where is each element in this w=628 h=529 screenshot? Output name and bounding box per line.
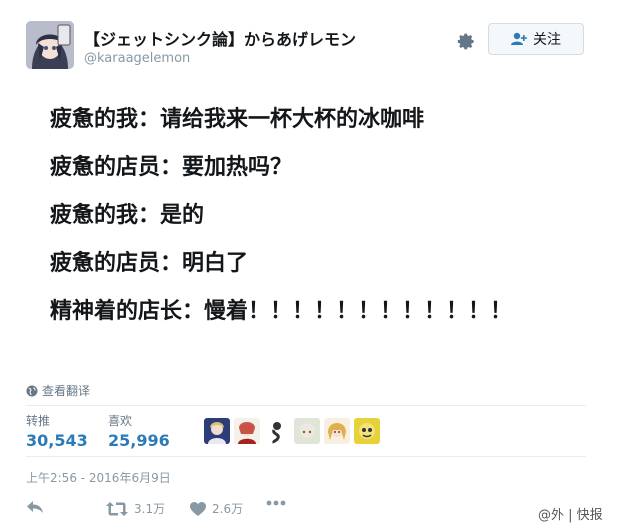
watermark: @外 | 快报	[538, 504, 603, 523]
more-button[interactable]	[266, 500, 286, 506]
retweet-count: 3.1万	[134, 502, 166, 516]
tweet-actions: 3.1万 2.6万	[26, 500, 586, 520]
divider	[26, 405, 586, 406]
tweet-line: 疲惫的店员：要加热吗？	[50, 155, 293, 180]
heart-icon	[190, 501, 206, 516]
tweet-line: 疲惫的我：请给我来一杯大杯的冰咖啡	[50, 107, 425, 132]
liker-avatar[interactable]	[324, 418, 350, 444]
liker-avatar[interactable]	[234, 418, 260, 444]
globe-icon	[26, 385, 38, 396]
watermark-text: @外 | 快报	[538, 508, 603, 523]
liker-avatar[interactable]	[264, 418, 290, 444]
reply-icon	[27, 501, 43, 513]
translate-label: 查看翻译	[42, 384, 91, 398]
retweets-label: 转推	[26, 414, 51, 428]
reply-button[interactable]	[26, 500, 44, 514]
retweet-button[interactable]: 3.1万	[106, 500, 165, 517]
liker-avatar[interactable]	[204, 418, 230, 444]
tweet-timestamp[interactable]: 上午2:56 - 2016年6月9日	[26, 469, 171, 486]
like-count: 2.6万	[212, 502, 244, 516]
user-handle[interactable]: @karaagelemon	[84, 51, 190, 66]
like-button[interactable]: 2.6万	[190, 500, 243, 517]
translate-link[interactable]: 查看翻译	[26, 382, 90, 399]
avatar-illustration	[26, 21, 74, 69]
user-avatar[interactable]	[26, 21, 74, 69]
follow-button-label: 关注	[533, 32, 561, 48]
retweet-icon	[106, 501, 128, 516]
more-dots-icon	[266, 500, 286, 506]
liker-avatars	[204, 418, 380, 444]
tweet-line: 精神着的店长：慢着！！！！！！！！！！！！	[50, 299, 513, 324]
tweet-line: 疲惫的我：是的	[50, 203, 205, 228]
liker-avatar[interactable]	[354, 418, 380, 444]
tweet-text: 疲惫的我：请给我来一杯大杯的冰咖啡 疲惫的店员：要加热吗？ 疲惫的我：是的 疲惫…	[50, 108, 512, 348]
follow-button[interactable]: 关注	[488, 23, 584, 55]
liker-avatar[interactable]	[294, 418, 320, 444]
likes-label: 喜欢	[108, 414, 133, 428]
gear-icon[interactable]	[454, 30, 476, 52]
user-display-name[interactable]: 【ジェットシンク論】からあげレモン	[84, 26, 356, 50]
tweet-card: 【ジェットシンク論】からあげレモン @karaagelemon 关注 疲惫的我：…	[0, 0, 628, 529]
tweet-line: 疲惫的店员：明白了	[50, 251, 249, 276]
divider	[26, 456, 586, 457]
likes-stat[interactable]: 喜欢 25,996	[108, 412, 170, 450]
add-user-icon	[511, 32, 527, 45]
retweets-value: 30,543	[26, 431, 88, 450]
likes-value: 25,996	[108, 431, 170, 450]
retweets-stat[interactable]: 转推 30,543	[26, 412, 88, 450]
